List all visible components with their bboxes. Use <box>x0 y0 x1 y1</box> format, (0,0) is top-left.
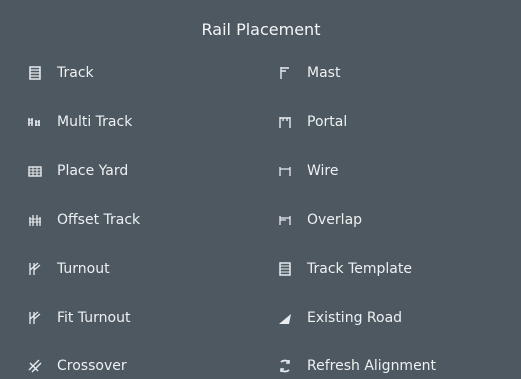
rail-placement-panel: Rail Placement Track Multi Track Place Y… <box>11 13 511 379</box>
multi-track-label: Multi Track <box>57 114 133 130</box>
crossover-icon <box>25 356 45 376</box>
track-label: Track <box>57 65 94 81</box>
refresh-alignment-icon <box>275 356 295 376</box>
wire-button[interactable]: Wire <box>275 158 339 184</box>
track-template-button[interactable]: Track Template <box>275 256 412 282</box>
panel-title: Rail Placement <box>201 20 321 39</box>
offset-track-label: Offset Track <box>57 212 141 228</box>
multi-track-icon <box>25 112 45 132</box>
fit-turnout-icon <box>25 308 45 328</box>
portal-label: Portal <box>307 114 348 130</box>
wire-icon <box>275 161 295 181</box>
crossover-button[interactable]: Crossover <box>25 353 127 379</box>
overlap-label: Overlap <box>307 212 363 228</box>
turnout-button[interactable]: Turnout <box>25 256 110 282</box>
refresh-alignment-button[interactable]: Refresh Alignment <box>275 353 436 379</box>
turnout-label: Turnout <box>57 261 110 277</box>
mast-button[interactable]: Mast <box>275 60 340 86</box>
crossover-label: Crossover <box>57 358 127 374</box>
overlap-button[interactable]: Overlap <box>275 207 362 233</box>
place-yard-icon <box>25 161 45 181</box>
existing-road-icon <box>275 308 295 328</box>
mast-label: Mast <box>307 65 341 81</box>
fit-turnout-button[interactable]: Fit Turnout <box>25 305 130 331</box>
portal-icon <box>275 112 295 132</box>
track-template-label: Track Template <box>307 261 412 277</box>
offset-track-icon <box>25 210 45 230</box>
overlap-icon <box>275 210 295 230</box>
mast-icon <box>275 63 295 83</box>
place-yard-label: Place Yard <box>57 163 129 179</box>
turnout-icon <box>25 259 45 279</box>
portal-button[interactable]: Portal <box>275 109 347 135</box>
wire-label: Wire <box>307 163 339 179</box>
track-icon <box>25 63 45 83</box>
multi-track-button[interactable]: Multi Track <box>25 109 132 135</box>
existing-road-label: Existing Road <box>307 310 403 326</box>
refresh-alignment-label: Refresh Alignment <box>307 358 437 374</box>
track-template-icon <box>275 259 295 279</box>
track-button[interactable]: Track <box>25 60 94 86</box>
place-yard-button[interactable]: Place Yard <box>25 158 128 184</box>
offset-track-button[interactable]: Offset Track <box>25 207 140 233</box>
existing-road-button[interactable]: Existing Road <box>275 305 402 331</box>
fit-turnout-label: Fit Turnout <box>57 310 131 326</box>
